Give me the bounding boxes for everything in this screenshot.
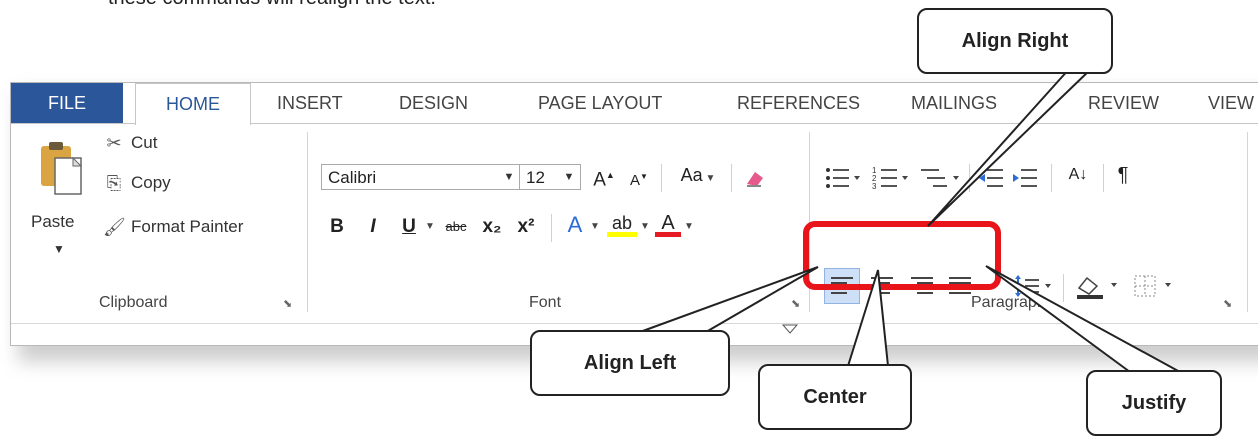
tab-home[interactable]: HOME: [135, 83, 251, 125]
callout-align-right: Align Right: [917, 8, 1113, 74]
callout-align-left: Align Left: [530, 330, 730, 396]
callout-justify: Justify: [1086, 370, 1222, 436]
callout-center: Center: [758, 364, 912, 430]
